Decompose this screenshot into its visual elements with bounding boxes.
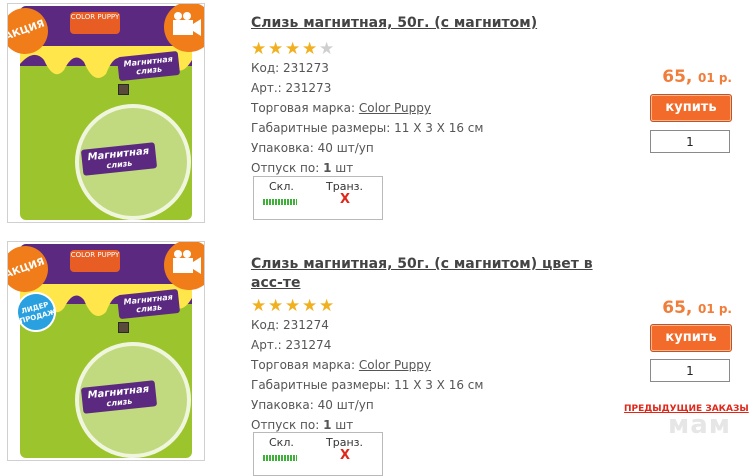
- star-icon: ★: [268, 296, 284, 316]
- stock-warehouse-header: Скл.: [269, 436, 294, 449]
- stock-table: Скл. Транз. X: [253, 176, 383, 220]
- code-line: Код: 231273: [251, 61, 329, 75]
- product-dims: 11 X 3 X 16 см: [394, 121, 484, 135]
- pack-line: Упаковка: 40 шт/уп: [251, 141, 374, 155]
- video-icon[interactable]: [164, 4, 204, 52]
- quantity-input[interactable]: 1: [650, 130, 730, 153]
- rating-stars: ★ ★ ★ ★ ★: [251, 39, 336, 59]
- product-info: Код: 231274 Арт.: 231274 Торговая марка:…: [251, 315, 483, 435]
- product-dims: 11 X 3 X 16 см: [394, 378, 484, 392]
- product-image[interactable]: COLOR PUPPY Магнитная слизь Магнитная сл…: [7, 3, 205, 223]
- code-line: Код: 231274: [251, 318, 329, 332]
- product-pack: 40 шт/уп: [317, 398, 374, 412]
- product-code: 231273: [283, 61, 329, 75]
- art-line: Арт.: 231273: [251, 81, 332, 95]
- stock-warehouse-header: Скл.: [269, 180, 294, 193]
- min-order-value: 1: [323, 161, 332, 175]
- dims-line: Габаритные размеры: 11 X 3 X 16 см: [251, 378, 484, 392]
- price-kopecks: 01 р.: [697, 71, 732, 85]
- stock-table: Скл. Транз. X: [253, 432, 383, 476]
- magnet: [118, 322, 129, 333]
- video-icon[interactable]: [164, 242, 204, 290]
- product-art: 231273: [285, 81, 332, 95]
- star-icon: ★: [302, 39, 318, 59]
- transit-unavailable-mark: X: [340, 448, 351, 463]
- price: 65, 01 р.: [662, 67, 732, 87]
- brand-link[interactable]: Color Puppy: [359, 358, 431, 372]
- product-title[interactable]: Слизь магнитная, 50г. (с магнитом) цвет …: [251, 255, 596, 293]
- product-image[interactable]: COLOR PUPPY Магнитная слизь Магнитная сл…: [7, 241, 205, 461]
- watermark: мам: [668, 410, 732, 440]
- brand-line: Торговая марка: Color Puppy: [251, 101, 432, 115]
- min-order-value: 1: [323, 418, 332, 432]
- product-art: 231274: [285, 338, 332, 352]
- buy-button[interactable]: купить: [650, 324, 732, 352]
- price-kopecks: 01 р.: [697, 302, 732, 316]
- camera-icon: [173, 250, 201, 274]
- star-icon: ★: [285, 296, 301, 316]
- brand-line: Торговая марка: Color Puppy: [251, 358, 432, 372]
- star-icon: ★: [251, 296, 267, 316]
- stock-level-bar: [263, 455, 297, 461]
- product-code: 231274: [283, 318, 329, 332]
- star-icon: ★: [285, 39, 301, 59]
- camera-icon: [173, 12, 201, 36]
- price-rubles: 65,: [662, 67, 693, 87]
- star-icon: ★: [302, 296, 318, 316]
- dims-line: Габаритные размеры: 11 X 3 X 16 см: [251, 121, 484, 135]
- magnet: [118, 84, 129, 95]
- brand-link[interactable]: Color Puppy: [359, 101, 431, 115]
- star-icon: ★: [251, 39, 267, 59]
- min-order-line: Отпуск по: 1 шт: [251, 161, 354, 175]
- price-rubles: 65,: [662, 298, 693, 318]
- pack-line: Упаковка: 40 шт/уп: [251, 398, 374, 412]
- star-icon: ★: [268, 39, 284, 59]
- rating-stars: ★ ★ ★ ★ ★: [251, 296, 336, 316]
- brand-logo: COLOR PUPPY: [70, 12, 120, 34]
- transit-unavailable-mark: X: [340, 192, 351, 207]
- product-pack: 40 шт/уп: [317, 141, 374, 155]
- stock-level-bar: [263, 199, 297, 205]
- price: 65, 01 р.: [662, 298, 732, 318]
- quantity-input[interactable]: 1: [650, 359, 730, 382]
- star-icon: ★: [319, 296, 335, 316]
- product-info: Код: 231273 Арт.: 231273 Торговая марка:…: [251, 58, 483, 178]
- buy-button[interactable]: купить: [650, 94, 732, 122]
- product-title[interactable]: Слизь магнитная, 50г. (с магнитом): [251, 14, 596, 33]
- star-icon: ★: [319, 39, 335, 59]
- art-line: Арт.: 231274: [251, 338, 332, 352]
- brand-logo: COLOR PUPPY: [70, 250, 120, 272]
